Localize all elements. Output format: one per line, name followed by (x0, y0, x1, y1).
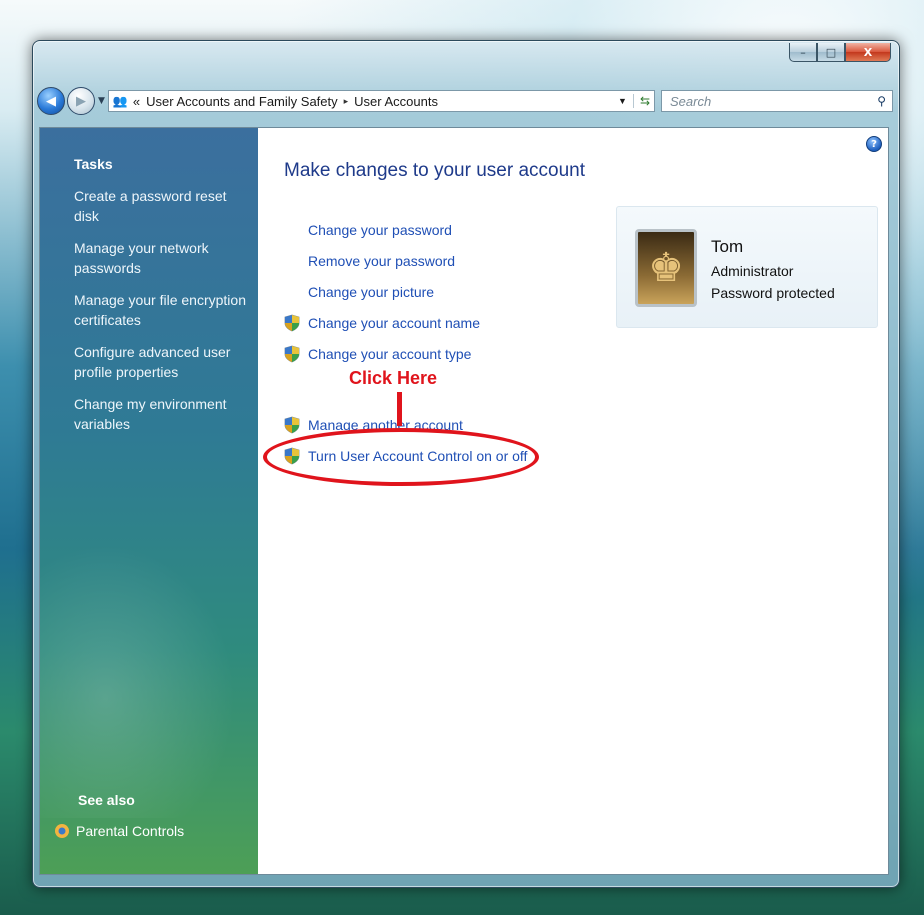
address-dropdown-icon[interactable]: ▼ (618, 96, 627, 106)
task-change-environment-variables[interactable]: Change my environment variables (74, 394, 254, 434)
pane-decoration (40, 518, 258, 818)
parental-controls-icon (55, 824, 69, 838)
link-label: Change your picture (308, 283, 435, 300)
link-remove-password[interactable]: Remove your password (284, 245, 527, 276)
link-change-account-name[interactable]: Change your account name (284, 307, 527, 338)
user-role: Administrator (711, 263, 794, 279)
see-also-parental-controls[interactable]: Parental Controls (54, 822, 184, 840)
link-label: Change your account name (308, 314, 480, 331)
link-label: Remove your password (308, 252, 456, 269)
page-title: Make changes to your user account (284, 160, 586, 181)
refresh-icon[interactable]: ⇆ (632, 94, 650, 108)
close-button[interactable]: X (845, 43, 891, 62)
link-change-password[interactable]: Change your password (284, 214, 527, 245)
task-configure-advanced-profile[interactable]: Configure advanced user profile properti… (74, 342, 254, 382)
link-label: Change your account type (308, 345, 472, 362)
see-also-label: Parental Controls (76, 823, 185, 839)
breadcrumb-prefix[interactable]: « (133, 94, 140, 109)
annotation-highlight-ellipse (263, 428, 539, 486)
breadcrumb-separator[interactable]: ▸ (344, 96, 349, 107)
uac-shield-icon (284, 345, 300, 362)
annotation-click-here: Click Here (349, 368, 438, 388)
link-change-account-type[interactable]: Change your account type (284, 338, 527, 369)
help-icon[interactable]: ? (866, 136, 882, 152)
content-area: Tasks Create a password reset disk Manag… (39, 127, 889, 875)
link-change-picture[interactable]: Change your picture (284, 276, 527, 307)
search-box[interactable]: ⚲ (661, 90, 893, 112)
uac-shield-icon (284, 314, 300, 331)
address-bar[interactable]: 👥 « User Accounts and Family Safety ▸ Us… (107, 90, 655, 112)
link-label: Change your password (308, 221, 452, 238)
back-button[interactable]: ◀ (37, 87, 65, 115)
user-avatar-chess-icon: ♚ (635, 229, 697, 307)
search-icon[interactable]: ⚲ (877, 94, 886, 108)
user-card: ♚ Tom Administrator Password protected (616, 206, 878, 328)
task-manage-file-encryption-certificates[interactable]: Manage your file encryption certificates (74, 290, 254, 330)
tasks-pane: Tasks Create a password reset disk Manag… (40, 128, 258, 874)
forward-button[interactable]: ▶ (67, 87, 95, 115)
tasks-list: Create a password reset disk Manage your… (74, 186, 254, 446)
search-input[interactable] (668, 92, 862, 110)
task-create-password-reset-disk[interactable]: Create a password reset disk (74, 186, 254, 226)
navigation-bar: ◀ ▶ ▼ 👥 « User Accounts and Family Safet… (37, 85, 893, 117)
uac-shield-icon (284, 416, 300, 433)
tasks-title: Tasks (74, 156, 113, 172)
user-accounts-icon: 👥 (112, 94, 128, 108)
task-manage-network-passwords[interactable]: Manage your network passwords (74, 238, 254, 278)
annotation-pointer-line (397, 392, 402, 426)
breadcrumb-item-user-accounts[interactable]: User Accounts (354, 94, 438, 109)
recent-pages-dropdown[interactable]: ▼ (98, 96, 105, 106)
minimize-button[interactable]: – (789, 43, 817, 62)
breadcrumb-item-family-safety[interactable]: User Accounts and Family Safety (146, 94, 337, 109)
user-name: Tom (711, 237, 744, 256)
user-password-status: Password protected (711, 285, 835, 301)
caption-buttons: – □ X (789, 43, 891, 62)
maximize-button[interactable]: □ (817, 43, 845, 62)
see-also-title: See also (78, 792, 135, 808)
